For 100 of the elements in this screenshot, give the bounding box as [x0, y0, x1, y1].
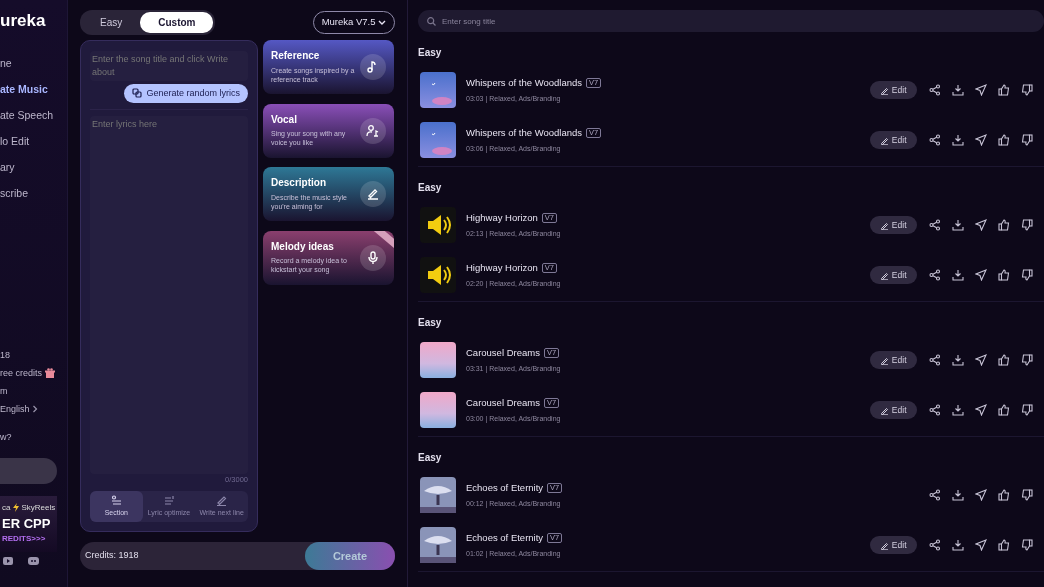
thumbs-up-icon[interactable] — [997, 404, 1010, 416]
thumbs-up-icon[interactable] — [997, 84, 1010, 96]
chevron-down-icon — [378, 19, 386, 26]
song-title[interactable]: Echoes of Eternity — [466, 480, 544, 495]
account-item[interactable]: 18 — [0, 345, 10, 364]
edit-button[interactable]: Edit — [869, 216, 917, 234]
thumbs-down-icon[interactable] — [1020, 84, 1033, 96]
download-icon[interactable] — [951, 354, 964, 366]
video-icon[interactable] — [2, 556, 13, 565]
thumbs-down-icon[interactable] — [1020, 134, 1033, 146]
edit-button[interactable]: Edit — [869, 131, 917, 149]
download-icon[interactable] — [951, 539, 964, 551]
pencil-icon — [879, 540, 889, 550]
section-icon — [110, 494, 122, 506]
group-heading: Easy — [418, 451, 443, 465]
dice-icon — [132, 88, 143, 99]
share-icon[interactable] — [928, 539, 941, 551]
download-icon[interactable] — [951, 84, 964, 96]
thumbs-down-icon[interactable] — [1020, 539, 1033, 551]
send-icon[interactable] — [974, 219, 987, 231]
pencil-icon — [879, 135, 889, 145]
song-title[interactable]: Carousel Dreams — [466, 395, 540, 410]
mode-tab[interactable]: Custom — [140, 12, 214, 33]
thumbs-down-icon[interactable] — [1020, 404, 1033, 416]
edit-button[interactable]: Edit — [869, 536, 917, 554]
banner-subline: REDITS>>> — [2, 533, 47, 546]
account-item[interactable]: English — [0, 399, 30, 418]
chat-icon[interactable] — [27, 556, 39, 565]
share-icon[interactable] — [928, 489, 941, 501]
nav-item[interactable]: scribe — [0, 179, 67, 206]
edit-button[interactable]: Edit — [869, 266, 917, 284]
download-icon[interactable] — [951, 404, 964, 416]
account-item[interactable]: ree credits — [0, 363, 43, 382]
send-icon[interactable] — [974, 134, 987, 146]
nav-item[interactable]: ne — [0, 49, 67, 76]
search-field[interactable]: Enter song title — [418, 10, 1044, 32]
thumbs-up-icon[interactable] — [997, 134, 1010, 146]
song-title[interactable]: Highway Horizon — [466, 210, 538, 225]
thumbs-up-icon[interactable] — [997, 539, 1010, 551]
group-heading: Easy — [418, 46, 443, 60]
share-icon[interactable] — [928, 269, 941, 281]
send-icon[interactable] — [974, 354, 987, 366]
song-title[interactable]: Whispers of the Woodlands — [466, 75, 582, 90]
search-icon — [427, 16, 436, 26]
feature-title: Vocal — [271, 112, 298, 127]
share-icon[interactable] — [928, 404, 941, 416]
account-item[interactable]: m — [0, 381, 8, 400]
thumbs-up-icon[interactable] — [997, 219, 1010, 231]
feature-title: Reference — [271, 49, 321, 63]
share-icon[interactable] — [928, 354, 941, 366]
download-icon[interactable] — [951, 219, 964, 231]
gift-icon — [44, 367, 55, 378]
send-icon[interactable] — [974, 84, 987, 96]
thumbs-down-icon[interactable] — [1020, 269, 1033, 281]
pen-icon — [216, 494, 228, 506]
promo-banner[interactable]: ca SkyReels ER CPP REDITS>>> — [0, 495, 57, 552]
thumbs-down-icon[interactable] — [1020, 354, 1033, 366]
thumbs-up-icon[interactable] — [997, 489, 1010, 501]
share-icon[interactable] — [928, 84, 941, 96]
thumbs-up-icon[interactable] — [997, 269, 1010, 281]
help-text: w? — [0, 430, 13, 444]
group-heading: Easy — [418, 181, 443, 195]
send-icon[interactable] — [974, 489, 987, 501]
pen-icon — [366, 187, 380, 201]
nav-item[interactable]: ate Speech — [0, 101, 67, 128]
pencil-icon — [879, 405, 889, 415]
thumbs-down-icon[interactable] — [1020, 219, 1033, 231]
send-icon[interactable] — [974, 404, 987, 416]
group-heading: Easy — [418, 316, 443, 330]
download-icon[interactable] — [951, 489, 964, 501]
song-title[interactable]: Echoes of Eternity — [466, 530, 544, 545]
download-icon[interactable] — [951, 134, 964, 146]
generate-lyrics-button[interactable]: Generate random lyrics — [124, 83, 248, 103]
optimize-icon — [163, 494, 175, 506]
song-title[interactable]: Whispers of the Woodlands — [466, 125, 582, 140]
send-icon[interactable] — [974, 539, 987, 551]
edit-button[interactable]: Edit — [869, 401, 917, 419]
share-icon[interactable] — [928, 134, 941, 146]
nav-item[interactable]: ary — [0, 153, 67, 180]
mic-icon — [366, 250, 380, 265]
send-icon[interactable] — [974, 269, 987, 281]
edit-button[interactable]: Edit — [869, 81, 917, 99]
thumbs-down-icon[interactable] — [1020, 489, 1033, 501]
banner-headline: ER CPP — [2, 514, 52, 533]
edit-button[interactable]: Edit — [869, 351, 917, 369]
voice-icon — [366, 123, 380, 138]
song-title[interactable]: Carousel Dreams — [466, 345, 540, 360]
banner-brand: SkyReels — [21, 501, 56, 514]
app-logo: ureka — [0, 10, 47, 32]
pencil-icon — [879, 220, 889, 230]
download-icon[interactable] — [951, 269, 964, 281]
lightning-icon — [12, 503, 19, 513]
share-icon[interactable] — [928, 219, 941, 231]
pencil-icon — [879, 270, 889, 280]
thumbs-up-icon[interactable] — [997, 354, 1010, 366]
mode-tab[interactable]: Easy — [82, 12, 141, 33]
nav-item[interactable]: lo Edit — [0, 127, 67, 154]
feature-title: Description — [271, 176, 327, 190]
nav-item[interactable]: ate Music — [0, 75, 67, 102]
song-title[interactable]: Highway Horizon — [466, 260, 538, 275]
